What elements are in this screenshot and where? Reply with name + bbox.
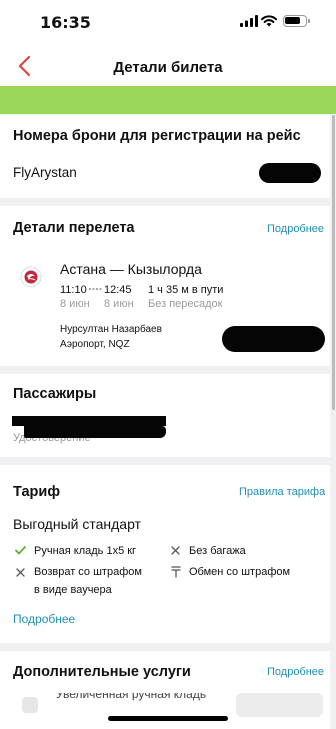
arrive-time: 12:45	[104, 284, 132, 296]
airport-name: Нурсултан Назарбаев	[60, 324, 162, 335]
wifi-icon	[261, 15, 277, 27]
flight-heading: Детали перелета	[13, 220, 135, 236]
services-heading: Дополнительные услуги	[13, 664, 191, 680]
airport-code: Аэропорт, NQZ	[60, 339, 130, 350]
feature-hand-baggage: Ручная кладь 1х5 кг	[34, 545, 137, 557]
status-banner	[0, 86, 336, 114]
passengers-card: Пассажиры Удостоверение	[0, 374, 330, 457]
booking-heading: Номера брони для регистрации на рейс	[13, 128, 301, 144]
services-more-link[interactable]: Подробнее	[267, 666, 324, 678]
feature-refund: Возврат со штрафом	[34, 566, 142, 578]
page-title: Детали билета	[113, 59, 223, 76]
duration: 1 ч 35 м в пути	[148, 284, 224, 296]
battery-icon	[283, 15, 310, 27]
tariff-more-link[interactable]: Подробнее	[13, 612, 75, 626]
scrollbar[interactable]	[332, 115, 335, 410]
exchange-fee-icon	[171, 566, 181, 578]
services-item-clip: Увеличенная ручная кладь	[0, 693, 330, 729]
redacted-passenger-name	[12, 416, 166, 426]
home-indicator[interactable]	[108, 716, 228, 721]
redacted-flight-info	[222, 326, 325, 352]
checkmark-icon	[15, 546, 26, 555]
signal-icon	[240, 15, 258, 27]
tariff-name: Выгодный стандарт	[13, 516, 141, 532]
tariff-heading: Тариф	[13, 484, 61, 500]
arrive-date: 8 июн	[104, 298, 134, 310]
redacted-passenger-document	[24, 426, 166, 438]
service-item-icon	[22, 697, 38, 713]
depart-date: 8 июн	[60, 298, 90, 310]
depart-time: 11:10	[60, 284, 87, 296]
cross-icon	[16, 568, 25, 577]
feature-refund-detail: в виде ваучера	[34, 584, 112, 596]
passengers-heading: Пассажиры	[13, 386, 97, 402]
cross-icon	[171, 546, 180, 555]
service-item-label: Увеличенная ручная кладь	[56, 693, 207, 701]
feature-no-baggage: Без багажа	[189, 545, 246, 557]
status-time: 16:35	[40, 13, 91, 32]
route: Астана — Кызылорда	[60, 261, 202, 277]
time-separator	[89, 288, 103, 290]
tariff-card: Тариф Правила тарифа Выгодный стандарт Р…	[0, 465, 330, 643]
flight-more-link[interactable]: Подробнее	[267, 223, 324, 235]
feature-exchange: Обмен со штрафом	[189, 566, 291, 578]
airline-logo-icon	[20, 266, 42, 288]
flight-card: Детали перелета Подробнее Астана — Кызыл…	[0, 206, 330, 366]
status-bar: 16:35	[0, 0, 336, 46]
redacted-booking-code	[259, 163, 321, 183]
airline-name: FlyArystan	[13, 165, 77, 180]
tariff-rules-link[interactable]: Правила тарифа	[239, 486, 325, 498]
service-add-button[interactable]	[236, 693, 323, 717]
nav-bar: Детали билета	[0, 46, 336, 86]
stops: Без пересадок	[148, 298, 223, 310]
booking-card: Номера брони для регистрации на рейс Fly…	[0, 115, 330, 198]
